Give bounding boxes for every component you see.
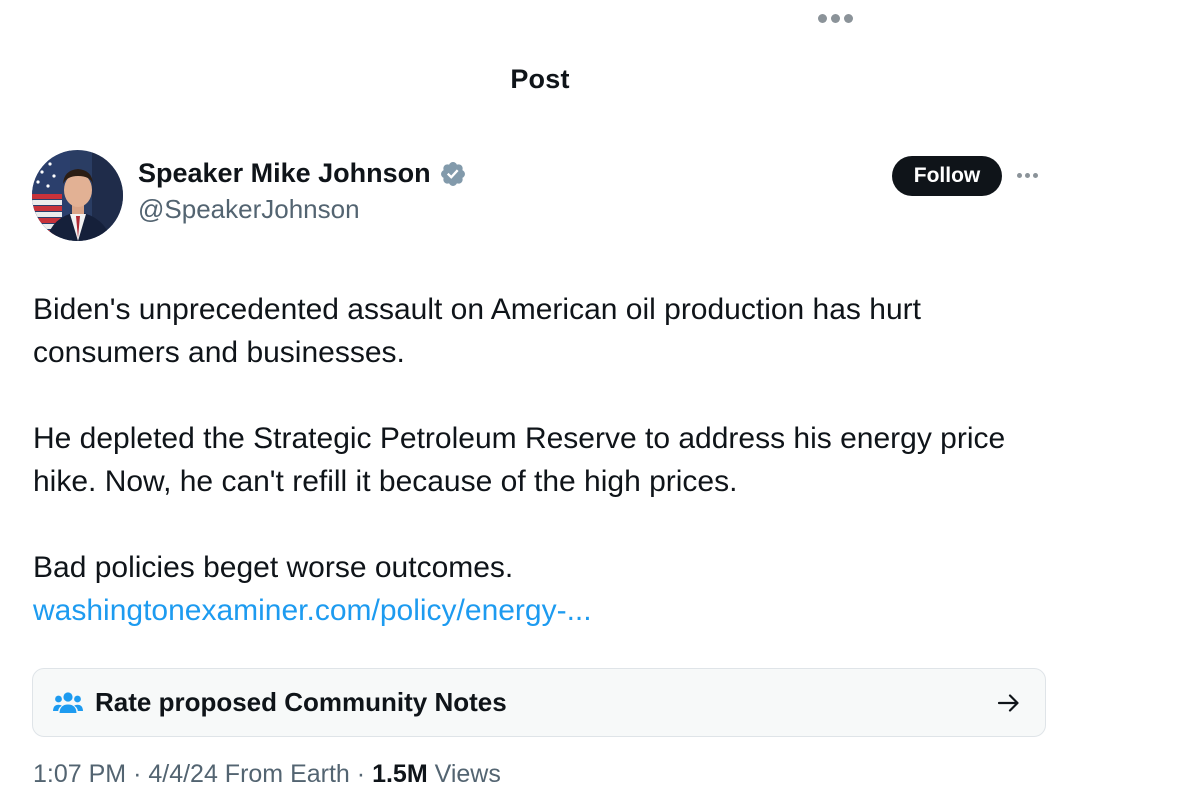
post-link[interactable]: washingtonexaminer.com/policy/energy-... [33,594,592,627]
display-name[interactable]: Speaker Mike Johnson [138,158,431,189]
people-icon [53,692,83,713]
page-title: Post [510,64,570,94]
follow-button[interactable]: Follow [892,156,1002,196]
post-paragraph: Bad policies beget worse outcomes. [33,551,514,584]
post-more-icon[interactable] [1017,173,1038,178]
arrow-right-icon [997,694,1019,712]
post-time[interactable]: 1:07 PM [33,760,126,788]
verified-badge-icon [440,161,465,186]
top-more-icon[interactable] [818,14,853,23]
avatar[interactable] [32,150,123,241]
views-label: Views [434,760,501,788]
community-notes-button[interactable]: Rate proposed Community Notes [32,668,1046,737]
author-handle[interactable]: @SpeakerJohnson [138,194,360,225]
meta-separator: · [133,760,142,788]
meta-separator: · [356,760,366,788]
views-count: 1.5M [372,760,428,788]
author-name-row[interactable]: Speaker Mike Johnson [138,158,467,189]
post-paragraph: Biden's unprecedented assault on America… [33,293,921,369]
post-meta: 1:07 PM · 4/4/24 From Earth · 1.5M Views [33,760,501,789]
community-notes-label: Rate proposed Community Notes [95,687,507,717]
post-paragraph: He depleted the Strategic Petroleum Rese… [33,422,1006,498]
post-date-location[interactable]: 4/4/24 From Earth [148,760,349,788]
post-page: Post Speaker Mike Johnson @SpeakerJohnso… [0,0,1200,805]
post-text: Biden's unprecedented assault on America… [33,288,1033,632]
